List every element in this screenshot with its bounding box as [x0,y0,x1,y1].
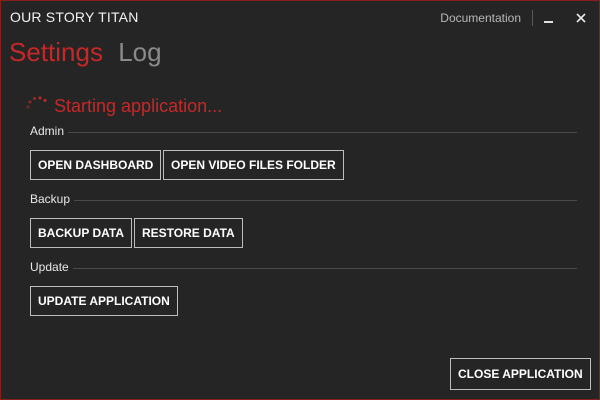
documentation-link[interactable]: Documentation [440,11,521,25]
section-update: Update [30,260,577,276]
tab-settings[interactable]: Settings [9,37,103,68]
open-video-files-folder-button[interactable]: OPEN VIDEO FILES FOLDER [163,150,344,180]
close-window-button[interactable] [570,7,592,29]
loading-spinner-icon [26,96,47,109]
app-title: OUR STORY TITAN [10,9,139,25]
open-dashboard-button[interactable]: OPEN DASHBOARD [30,150,162,180]
backup-data-button[interactable]: BACKUP DATA [30,218,132,248]
section-divider [30,268,577,269]
status-text: Starting application... [54,96,223,116]
section-label-update: Update [30,260,73,274]
section-label-backup: Backup [30,192,75,206]
title-bar-divider [532,10,533,26]
section-divider [30,132,577,133]
section-label-admin: Admin [30,124,69,138]
minimize-icon [544,21,553,23]
update-application-button[interactable]: UPDATE APPLICATION [30,286,178,316]
tab-bar: Settings Log [9,37,170,73]
close-icon [576,13,586,23]
section-admin: Admin [30,124,577,140]
minimize-button[interactable] [538,7,560,29]
section-backup: Backup [30,192,577,208]
restore-data-button[interactable]: RESTORE DATA [134,218,243,248]
tab-log[interactable]: Log [118,37,161,68]
section-divider [30,200,577,201]
app-window: OUR STORY TITAN Documentation Settings L… [0,0,600,400]
close-application-button[interactable]: CLOSE APPLICATION [450,358,591,390]
title-bar[interactable]: OUR STORY TITAN Documentation [1,1,599,33]
